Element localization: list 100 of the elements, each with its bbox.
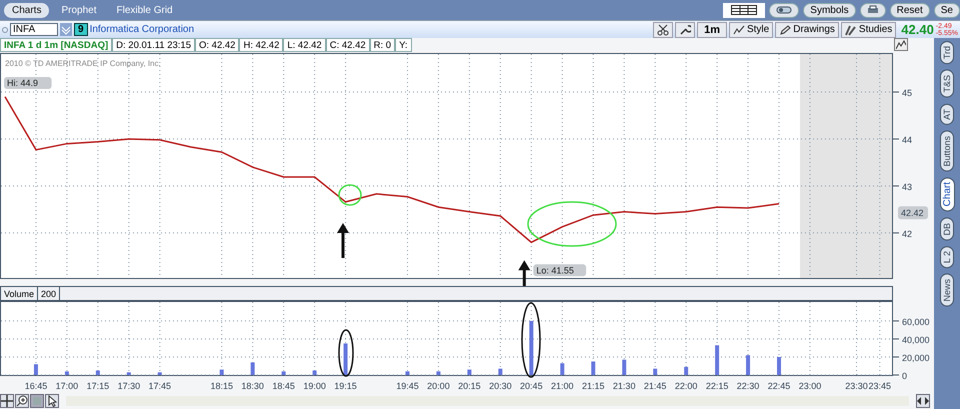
time-axis-label: 17:45 — [148, 381, 172, 391]
volume-bar — [622, 360, 626, 375]
time-axis-label: 21:45 — [644, 381, 666, 391]
annotation: Hi: 44.9 — [7, 78, 38, 88]
crosshair-icon[interactable] — [0, 394, 14, 408]
side-tab[interactable]: DB — [940, 218, 954, 240]
price-axis-label: 44 — [902, 135, 912, 145]
top-tab[interactable]: Prophet — [53, 2, 104, 18]
volume-axis-label: 20,000 — [902, 352, 930, 363]
volume-axis-label: 0 — [902, 371, 908, 381]
scissors-icon — [657, 24, 670, 36]
time-axis-label: 23:30 — [845, 381, 868, 391]
drawings-button[interactable]: Drawings — [775, 22, 839, 38]
volume-bar — [34, 364, 38, 375]
chart-icon[interactable] — [894, 38, 908, 51]
volume-bar — [96, 370, 100, 375]
time-axis-label: 22:30 — [736, 381, 760, 391]
fit-width-icon[interactable] — [916, 394, 930, 408]
volume-bar — [560, 363, 564, 375]
info-cell: C: 42.42 — [326, 38, 370, 52]
style-button[interactable]: Style — [728, 22, 774, 38]
top-tab[interactable]: Charts — [4, 2, 50, 18]
info-cell: D: 20.01.11 23:15 — [112, 38, 195, 52]
price-axis-label: 43 — [902, 182, 912, 192]
time-axis-label: 19:00 — [303, 381, 326, 391]
time-axis-label: 23:45 — [868, 381, 892, 391]
time-axis-label: 22:15 — [706, 381, 728, 391]
info-cell: Y: — [395, 38, 412, 52]
annotation: Lo: 41.55 — [536, 265, 574, 276]
volume-axis-label: 40,000 — [902, 334, 930, 345]
volume-bar — [250, 362, 255, 375]
toggle-icon — [776, 6, 792, 14]
info-cell: L: 42.42 — [283, 38, 326, 52]
volume-bar — [498, 368, 502, 375]
link-group-badge[interactable]: 9 — [74, 23, 88, 36]
toolbar-button[interactable]: Se — [934, 2, 960, 18]
side-tab[interactable]: L 2 — [940, 246, 954, 268]
volume-period-label[interactable]: 200 — [38, 287, 60, 300]
side-tab[interactable]: News — [940, 274, 954, 307]
volume-bar — [529, 320, 534, 375]
time-axis-label: 17:00 — [56, 381, 78, 391]
ellipse-drawing — [338, 184, 362, 206]
side-tab[interactable]: T&S — [940, 70, 954, 98]
print-button[interactable] — [860, 2, 886, 18]
layout-grid-button[interactable] — [723, 2, 766, 18]
wrench-button[interactable] — [675, 22, 696, 38]
info-cell: H: 42.42 — [239, 38, 284, 52]
toolbar-button[interactable]: Symbols — [803, 2, 856, 18]
toggle-button[interactable] — [769, 2, 800, 18]
volume-bar — [64, 371, 69, 375]
time-axis-label: 19:45 — [396, 381, 419, 391]
symbol-input[interactable]: INFA — [10, 23, 58, 36]
volume-bar — [436, 371, 440, 375]
side-tab[interactable]: AT — [940, 104, 954, 125]
studies-button[interactable]: Studies — [840, 22, 896, 38]
time-axis-label: 23:00 — [798, 381, 822, 391]
time-axis-label: 22:00 — [674, 381, 698, 391]
time-axis-label: 19:15 — [334, 381, 357, 391]
time-axis-label: 17:30 — [118, 381, 140, 391]
info-cell: O: 42.42 — [195, 38, 240, 52]
pencil-icon — [779, 24, 792, 34]
time-axis-label: 20:45 — [520, 381, 543, 391]
grid-icon — [731, 5, 758, 15]
side-tab[interactable]: Trd — [940, 41, 954, 64]
time-axis-label: 21:30 — [612, 381, 636, 391]
interval-button[interactable]: 1m — [697, 22, 727, 38]
side-tab[interactable]: Chart — [940, 177, 954, 212]
info-cell: INFA 1 d 1m [NASDAQ] — [0, 38, 112, 52]
time-axis-label: 18:30 — [241, 381, 264, 391]
time-axis-label: 20:30 — [489, 381, 512, 391]
time-axis-label: 22:45 — [768, 381, 790, 391]
pointer-icon[interactable] — [45, 394, 59, 408]
arrow-drawing — [337, 223, 349, 258]
price-axis-label: 45 — [902, 88, 912, 98]
printer-icon — [866, 5, 879, 15]
line-chart-icon — [732, 24, 745, 34]
volume-bar — [467, 370, 472, 375]
scissors-button[interactable] — [653, 22, 674, 38]
volume-axis-label: 60,000 — [902, 316, 930, 327]
volume-study-label[interactable]: Volume — [1, 287, 38, 300]
volume-bar — [746, 355, 750, 375]
time-axis-label: 16:45 — [24, 381, 48, 391]
company-name: Informatica Corporation — [90, 24, 194, 35]
volume-bar — [591, 361, 596, 375]
last-price: 42.40 — [901, 22, 934, 37]
volume-bar — [653, 368, 658, 375]
zoom-in-icon[interactable] — [15, 394, 29, 408]
time-axis-label: 20:00 — [427, 381, 450, 391]
ellipse-drawing — [338, 329, 354, 377]
time-axis-label: 17:15 — [86, 381, 110, 391]
time-axis-label: 20:15 — [458, 381, 481, 391]
high-price-label: Hi: 44.9 — [4, 77, 52, 89]
side-tab[interactable]: Buttons — [940, 130, 954, 172]
volume-bar — [684, 366, 688, 375]
studies-icon — [844, 24, 857, 36]
top-tab[interactable]: Flexible Grid — [108, 2, 181, 18]
info-cell: R: 0 — [370, 38, 396, 52]
volume-bar — [344, 343, 348, 375]
toolbar-button[interactable]: Reset — [890, 2, 930, 18]
low-price-label: Lo: 41.55 — [533, 264, 586, 276]
